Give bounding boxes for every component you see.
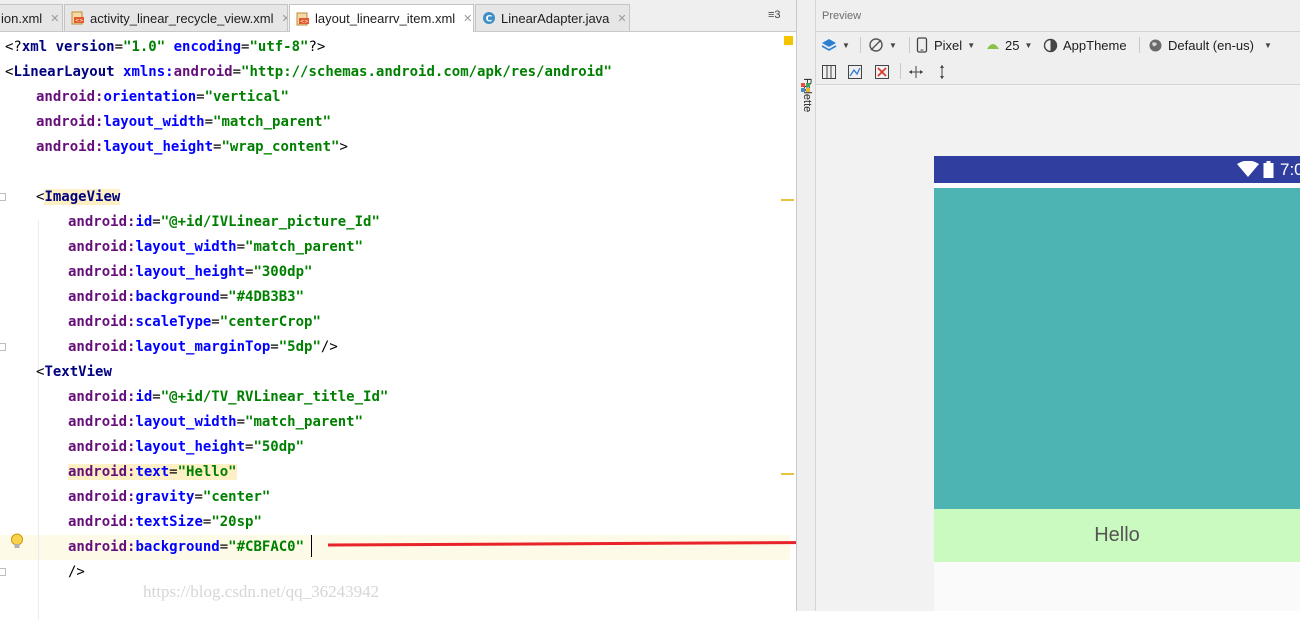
editor-gutter	[0, 33, 8, 611]
code-line-19: android:gravity="center"	[68, 489, 271, 505]
xml-file-icon: <>	[296, 12, 309, 25]
close-icon[interactable]: ✕	[282, 12, 287, 25]
code-line-4: android:layout_width="match_parent"	[36, 114, 332, 130]
clear-constraints-icon[interactable]	[874, 63, 890, 81]
fold-marker-icon[interactable]	[0, 193, 6, 201]
wifi-icon	[1237, 161, 1259, 177]
chevron-down-icon: ▼	[1024, 40, 1033, 50]
tab-linear-adapter-java[interactable]: C LinearAdapter.java ✕	[475, 4, 630, 31]
code-line-22: />	[68, 564, 85, 580]
tab-ion-xml[interactable]: ion.xml ✕	[0, 4, 63, 31]
code-line-15: android:id="@+id/TV_RVLinear_title_Id"	[68, 389, 389, 405]
layers-icon	[821, 39, 837, 51]
rotate-icon	[869, 38, 883, 52]
fold-marker-icon[interactable]	[0, 343, 6, 351]
java-class-icon: C	[483, 12, 495, 25]
text-view-preview[interactable]: Hello	[934, 509, 1300, 562]
preview-pane: Preview ▼ ▼ Pixel ▼ 25 ▼ AppTheme Defaul…	[816, 0, 1300, 611]
chevron-down-icon: ▼	[889, 40, 897, 50]
battery-icon	[1263, 161, 1274, 178]
code-line-9: android:layout_width="match_parent"	[68, 239, 364, 255]
design-surface-button[interactable]: ▼	[821, 36, 850, 54]
palette-tool-strip: Palette	[796, 0, 816, 611]
close-icon[interactable]: ✕	[617, 12, 626, 25]
device-selector[interactable]: Pixel ▼	[916, 36, 975, 54]
error-stripe-mark[interactable]	[781, 199, 794, 201]
android-icon	[987, 44, 999, 49]
preview-zoom-toolbar	[816, 58, 1300, 85]
inspection-status-icon[interactable]	[784, 36, 793, 45]
svg-text:<>: <>	[75, 18, 83, 24]
code-line-16: android:layout_width="match_parent"	[68, 414, 364, 430]
close-icon[interactable]: ✕	[463, 12, 472, 25]
text-caret	[311, 535, 312, 557]
code-line-1: <?xml version="1.0" encoding="utf-8"?>	[5, 39, 326, 55]
tab-overflow-menu[interactable]: ≡3	[768, 9, 781, 21]
watermark: https://blog.csdn.net/qq_36243942	[143, 582, 380, 601]
tab-activity-linear-recycle-view-xml[interactable]: <> activity_linear_recycle_view.xml ✕	[64, 4, 288, 31]
chevron-down-icon: ▼	[842, 40, 850, 50]
preview-header: Preview	[816, 0, 1300, 32]
theme-icon	[1043, 38, 1058, 52]
code-line-8: android:id="@+id/IVLinear_picture_Id"	[68, 214, 380, 230]
device-frame: 7:0 Hello	[934, 156, 1300, 611]
preview-toolbar: ▼ ▼ Pixel ▼ 25 ▼ AppTheme Default (en-us…	[816, 32, 1300, 58]
indent-guide	[38, 220, 39, 620]
orientation-button[interactable]: ▼	[868, 36, 897, 54]
code-line-10: android:layout_height="300dp"	[68, 264, 313, 280]
device-label: Pixel	[934, 37, 963, 53]
close-icon[interactable]: ✕	[50, 12, 59, 25]
svg-text:C: C	[486, 15, 493, 25]
palette-icon	[801, 83, 810, 92]
code-line-17: android:layout_height="50dp"	[68, 439, 305, 455]
editor-tab-bar: ion.xml ✕ <> activity_linear_recycle_vie…	[0, 0, 796, 32]
code-line-2: <LinearLayout xmlns:android="http://sche…	[5, 64, 612, 80]
svg-text:<>: <>	[300, 19, 308, 25]
theme-selector[interactable]: AppTheme	[1043, 36, 1127, 54]
error-stripe-mark[interactable]	[781, 473, 794, 475]
design-canvas[interactable]: 7:0 Hello	[816, 86, 1300, 611]
tab-layout-linearrv-item-xml[interactable]: <> layout_linearrv_item.xml ✕	[289, 4, 474, 32]
status-time: 7:0	[1280, 160, 1300, 179]
image-view-preview[interactable]	[934, 188, 1300, 509]
tab-label: activity_linear_recycle_view.xml	[90, 10, 274, 26]
code-line-7: <ImageView	[36, 189, 121, 205]
code-line-20: android:textSize="20sp"	[68, 514, 262, 530]
code-line-13: android:layout_marginTop="5dp"/>	[68, 339, 338, 355]
blueprint-icon[interactable]	[847, 63, 863, 81]
status-bar: 7:0	[934, 156, 1300, 183]
chevron-down-icon: ▼	[967, 40, 976, 50]
preview-title: Preview	[822, 10, 862, 22]
code-line-11: android:background="#4DB3B3"	[68, 289, 305, 305]
chevron-down-icon: ▼	[1263, 40, 1272, 50]
expand-vertical-icon[interactable]	[934, 63, 950, 81]
code-line-3: android:orientation="vertical"	[36, 89, 289, 105]
tab-label: layout_linearrv_item.xml	[315, 11, 456, 26]
show-both-icon[interactable]	[821, 63, 837, 81]
code-line-5: android:layout_height="wrap_content">	[36, 139, 348, 155]
api-level-label: 25	[1005, 37, 1020, 53]
code-line-21: android:background="#CBFAC0"	[68, 539, 305, 555]
fold-marker-icon[interactable]	[0, 568, 6, 576]
globe-icon	[1149, 39, 1162, 51]
locale-label: Default (en-us)	[1168, 37, 1254, 53]
tab-label: ion.xml	[1, 10, 43, 26]
api-level-selector[interactable]: 25 ▼	[985, 36, 1032, 54]
phone-icon	[916, 37, 928, 53]
xml-file-icon: <>	[71, 11, 84, 25]
tab-label: LinearAdapter.java	[501, 10, 610, 26]
locale-selector[interactable]: Default (en-us) ▼	[1148, 36, 1272, 54]
code-line-18: android:text="Hello"	[68, 464, 237, 480]
theme-label: AppTheme	[1063, 37, 1127, 53]
expand-horizontal-icon[interactable]	[908, 63, 924, 81]
editor-scrollbar[interactable]	[781, 35, 795, 611]
lightbulb-icon[interactable]	[10, 533, 24, 551]
code-line-14: <TextView	[36, 364, 112, 380]
code-line-12: android:scaleType="centerCrop"	[68, 314, 321, 330]
code-editor[interactable]: ion.xml ✕ <> activity_linear_recycle_vie…	[0, 0, 796, 620]
